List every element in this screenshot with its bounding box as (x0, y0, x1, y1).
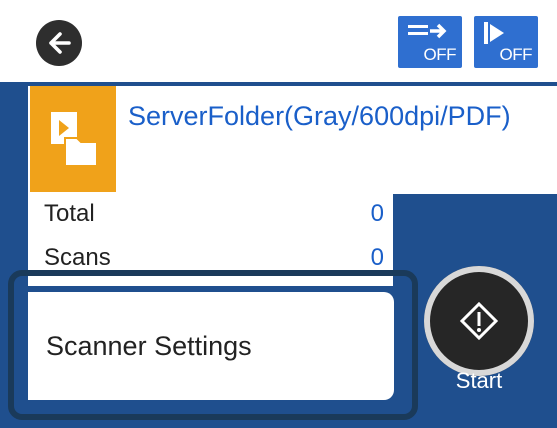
scanner-panel: OFF OFF ServerFolder(Gray/600dpi/PDF) To… (0, 0, 557, 428)
back-button[interactable] (36, 20, 82, 66)
counter-label: Scans (44, 244, 111, 271)
folder-document-icon (30, 86, 116, 192)
scanner-settings-button[interactable]: Scanner Settings (28, 292, 394, 400)
top-bar: OFF OFF (0, 0, 557, 82)
counter-total: Total 0 (44, 200, 384, 240)
counter-card: Total 0 Scans 0 (28, 194, 393, 286)
toggle-left-state: OFF (423, 45, 457, 64)
skip-blank-toggle-button[interactable]: OFF (474, 16, 538, 68)
toggle-right-state: OFF (499, 45, 533, 64)
destination-name: ServerFolder(Gray/600dpi/PDF) (128, 101, 511, 131)
start-button[interactable] (424, 266, 534, 376)
destination-card[interactable]: ServerFolder(Gray/600dpi/PDF) (28, 86, 557, 194)
back-arrow-icon (49, 32, 71, 54)
counter-value: 0 (370, 200, 384, 227)
main-area: ServerFolder(Gray/600dpi/PDF) Total 0 Sc… (0, 82, 557, 428)
start-diamond-icon (460, 302, 498, 340)
counter-value: 0 (370, 244, 384, 271)
start-label: Start (455, 368, 503, 393)
double-sided-toggle-button[interactable]: OFF (398, 16, 462, 68)
counter-scans: Scans 0 (44, 244, 384, 284)
counter-label: Total (44, 200, 95, 227)
double-sided-arrow-icon (408, 23, 447, 39)
scanner-settings-label: Scanner Settings (46, 330, 252, 361)
